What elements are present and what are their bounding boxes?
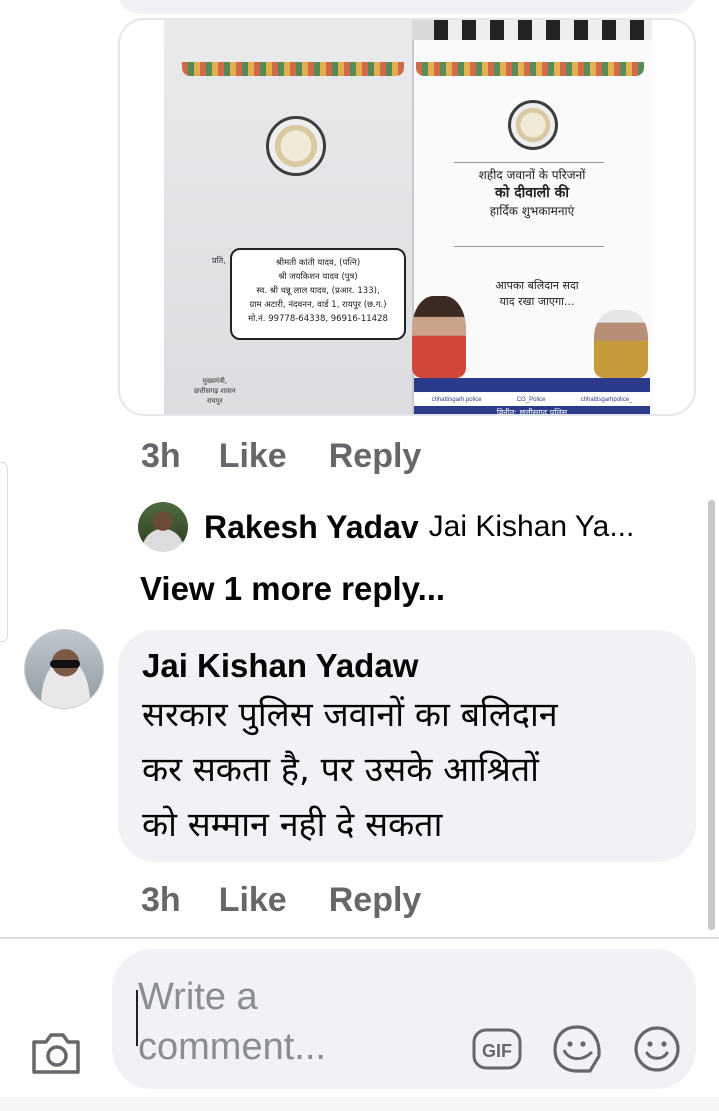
ornament-divider (454, 162, 604, 163)
comment-author[interactable]: Jai Kishan Yadaw (142, 644, 672, 688)
prati-label: प्रति, (212, 256, 226, 265)
emoji-icon[interactable] (630, 1022, 684, 1076)
comment-input-placeholder: Write a comment... (138, 976, 326, 1068)
sacrifice-text: आपका बलिदान सदा याद रखा जाएगा... (482, 278, 592, 310)
state-emblem-icon (508, 100, 558, 150)
gif-label: GIF (482, 1041, 512, 1061)
state-emblem-icon (266, 116, 326, 176)
greeting-line: हार्दिक शुभकामनाएं (489, 204, 575, 218)
vinit-footer: विनीत: छत्तीसगढ़ पुलिस (414, 406, 650, 414)
comment-actions: 3h Like Reply (141, 880, 463, 920)
comment-text: सरकार पुलिस जवानों का बलिदान कर सकता है,… (142, 688, 672, 853)
like-button[interactable]: Like (219, 437, 287, 476)
comment-line: कर सकता है, पर उसके आश्रितों (142, 750, 539, 790)
garland-decoration (182, 62, 404, 76)
greeting-line: शहीद जवानों के परिजनों (478, 168, 586, 182)
comment-photo-attachment[interactable]: प्रति, श्रीमती कांती यादव, (पत्नि) श्री … (118, 18, 696, 416)
sender-label: मुख्यमंत्री, छत्तीसगढ़ शासन रायपुर (194, 376, 236, 406)
facebook-handle: chhattisgarh.police (431, 397, 482, 403)
garland-decoration (416, 62, 644, 76)
camera-icon[interactable] (30, 1030, 82, 1076)
photo-content: प्रति, श्रीमती कांती यादव, (पत्नि) श्री … (164, 20, 652, 414)
home-minister-photo (594, 310, 648, 378)
sender-line: छत्तीसगढ़ शासन (194, 387, 236, 395)
names-strip (414, 378, 650, 392)
comment-time: 3h (141, 436, 181, 475)
envelope-photo (164, 20, 412, 414)
greeting-text: शहीद जवानों के परिजनों को दीवाली की हार्… (422, 166, 642, 219)
gif-icon[interactable]: GIF (470, 1022, 524, 1076)
ornament-divider (454, 246, 604, 247)
chief-minister-photo (412, 296, 466, 378)
comment-time: 3h (141, 880, 181, 919)
reply-button[interactable]: Reply (329, 881, 422, 920)
comment-line: सरकार पुलिस जवानों का बलिदान (142, 695, 558, 735)
address-label: श्रीमती कांती यादव, (पत्नि) श्री जयकिशन … (230, 248, 406, 340)
reply-preview[interactable]: Rakesh Yadav Jai Kishan Ya... (138, 502, 634, 552)
reply-button[interactable]: Reply (329, 437, 422, 476)
scrollbar[interactable] (708, 500, 715, 930)
reply-author[interactable]: Rakesh Yadav (204, 509, 419, 546)
sacrifice-line: आपका बलिदान सदा (495, 279, 579, 292)
comment-actions: 3h Like Reply (141, 436, 463, 476)
twitter-handle: CG_Police (516, 397, 546, 403)
sacrifice-line: याद रखा जाएगा... (499, 295, 575, 308)
sender-line: मुख्यमंत्री, (202, 377, 228, 385)
side-panel-edge (0, 462, 8, 642)
sticker-icon[interactable] (550, 1022, 604, 1076)
address-line: ग्राम अटारी, नंदवनन, वार्ड 1, रायपुर (छ.… (249, 300, 387, 310)
previous-comment-bubble (118, 0, 696, 14)
social-handles: chhattisgarh.police CG_Police chhattisga… (414, 393, 650, 407)
avatar[interactable] (24, 629, 104, 709)
reply-snippet: Jai Kishan Ya... (428, 510, 635, 543)
comment-line: को सम्मान नही दे सकता (142, 805, 443, 845)
address-line: श्रीमती कांती यादव, (पत्नि) (275, 258, 361, 268)
address-line: स्व. श्री धन्नू लाल यादव, (प्रआर. 133), (256, 286, 380, 296)
fabric-pattern (434, 20, 652, 42)
sender-line: रायपुर (207, 397, 223, 405)
avatar[interactable] (138, 502, 188, 552)
comment-bubble[interactable]: Jai Kishan Yadaw सरकार पुलिस जवानों का ब… (118, 630, 696, 862)
address-line: श्री जयकिशन यादव (पुत्र) (278, 272, 358, 282)
bottom-bar (0, 1097, 719, 1111)
address-line: मो.नं. 99778-64338, 96916-11428 (248, 314, 388, 324)
greeting-line: को दीवाली की (494, 185, 570, 201)
like-button[interactable]: Like (219, 881, 287, 920)
instagram-handle: chhattisgarhpolice_ (580, 397, 633, 403)
view-more-replies-link[interactable]: View 1 more reply... (140, 570, 445, 608)
